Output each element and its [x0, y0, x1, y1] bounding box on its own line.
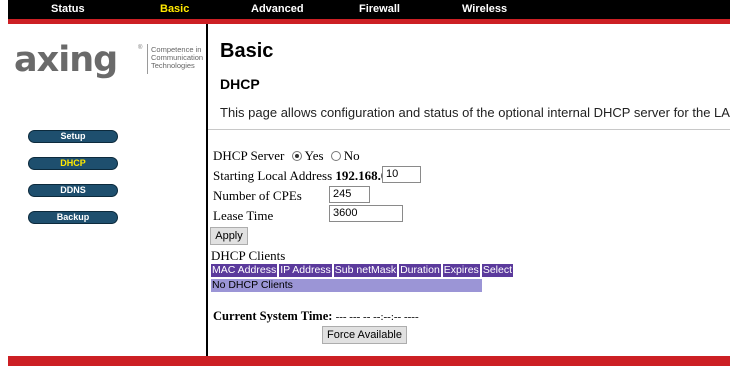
- dhcp-server-no-radio[interactable]: [330, 151, 341, 161]
- nav-wireless[interactable]: Wireless: [462, 3, 507, 15]
- page-title: Basic: [220, 40, 274, 62]
- col-duration: Duration: [399, 264, 441, 277]
- page-subtitle: DHCP: [220, 76, 260, 92]
- apply-button[interactable]: Apply: [210, 227, 248, 245]
- axing-logo: axing ® Competence in Communication Tech…: [14, 42, 204, 78]
- content-divider: [206, 24, 208, 356]
- clients-empty-row: No DHCP Clients: [211, 279, 482, 292]
- nav-firewall[interactable]: Firewall: [359, 3, 400, 15]
- logo-divider: [147, 44, 148, 74]
- top-accent-stripe: [8, 19, 730, 24]
- bottom-accent-stripe: [8, 356, 730, 366]
- lease-time-input[interactable]: 3600: [329, 205, 403, 222]
- sidebar-item-setup[interactable]: Setup: [28, 130, 118, 143]
- dhcp-server-no-option[interactable]: No: [330, 148, 360, 163]
- page-description: This page allows configuration and statu…: [220, 105, 730, 120]
- sidebar-item-dhcp[interactable]: DHCP: [28, 157, 118, 170]
- lease-time-label: Lease Time: [213, 208, 274, 223]
- logo-tagline: Competence in Communication Technologies: [151, 46, 203, 70]
- system-time-value: --- --- -- --:--:-- ----: [335, 311, 419, 323]
- top-nav-bar: Status Basic Advanced Firewall Wireless: [8, 0, 730, 19]
- num-cpes-input[interactable]: 245: [329, 186, 370, 203]
- col-expires: Expires: [442, 264, 480, 277]
- sidebar-item-ddns[interactable]: DDNS: [28, 184, 118, 197]
- num-cpes-label: Number of CPEs: [213, 188, 302, 203]
- sidebar-item-backup[interactable]: Backup: [28, 211, 118, 224]
- system-time-label: Current System Time:: [213, 309, 333, 323]
- header-separator: [208, 129, 730, 130]
- start-address-label: Starting Local Address: [213, 168, 333, 183]
- start-address-input[interactable]: 10: [382, 166, 421, 183]
- start-address-row: Starting Local Address 192.168.0.: [213, 168, 391, 184]
- logo-tagline-line-3: Technologies: [151, 61, 195, 70]
- dhcp-server-label: DHCP Server: [213, 148, 285, 163]
- dhcp-server-yes-radio[interactable]: [291, 151, 302, 161]
- dhcp-server-no-label: No: [343, 148, 360, 163]
- dhcp-clients-title: DHCP Clients: [211, 248, 286, 263]
- system-time-row: Current System Time: --- --- -- --:--:--…: [213, 309, 419, 324]
- col-select: Select: [481, 264, 513, 277]
- clients-table-header: MAC Address IP Address Sub netMask Durat…: [211, 264, 513, 277]
- nav-basic[interactable]: Basic: [160, 3, 189, 15]
- col-ip-address: IP Address: [279, 264, 332, 277]
- logo-registered-mark: ®: [138, 45, 143, 51]
- dhcp-server-row: DHCP Server Yes No: [213, 148, 360, 164]
- col-mac-address: MAC Address: [211, 264, 278, 277]
- nav-advanced[interactable]: Advanced: [251, 3, 304, 15]
- logo-wordmark: axing: [14, 40, 118, 80]
- col-subnet-mask: Sub netMask: [333, 264, 398, 277]
- dhcp-server-yes-label: Yes: [304, 148, 324, 163]
- nav-status[interactable]: Status: [51, 3, 85, 15]
- force-available-button[interactable]: Force Available: [322, 326, 407, 344]
- dhcp-server-yes-option[interactable]: Yes: [291, 148, 327, 163]
